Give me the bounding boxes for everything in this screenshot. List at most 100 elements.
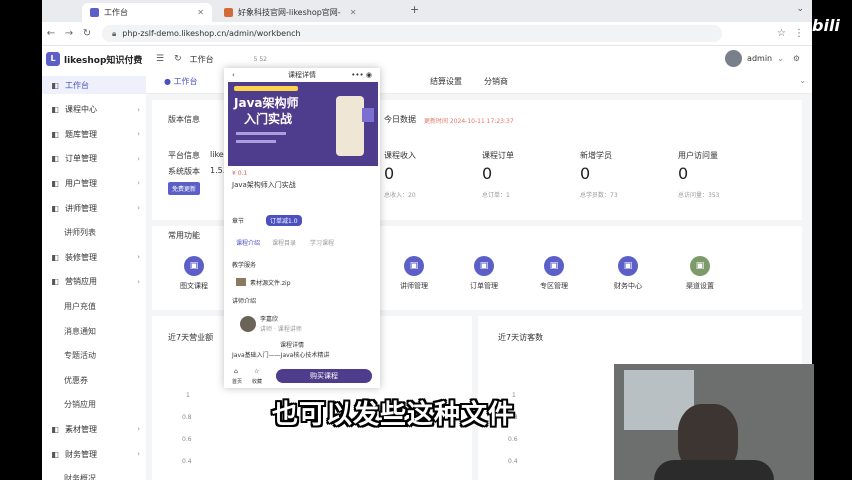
sidebar-item[interactable]: 专题活动	[42, 347, 146, 365]
money-icon: ◧	[51, 449, 59, 459]
sidebar-item[interactable]: ◧ 财务管理 ›	[42, 445, 146, 463]
chevron-down-icon[interactable]: ⌄	[796, 4, 804, 14]
free-update-button[interactable]: 免费更新	[168, 182, 201, 195]
user-menu[interactable]: admin ⌄ ⚙	[725, 50, 800, 67]
logo-icon: L	[46, 52, 60, 66]
common-function-item[interactable]: ▣ 订单管理	[454, 256, 514, 291]
common-function-label: 财务中心	[614, 282, 642, 290]
buy-course-button[interactable]: 购买课程	[276, 369, 372, 383]
sidebar-item-label: 用户充值	[64, 301, 96, 311]
y-tick: 0.4	[182, 458, 192, 465]
close-icon[interactable]: ✕	[197, 8, 204, 17]
order-icon: ◧	[51, 154, 59, 164]
sidebar-item-label: 订单管理	[65, 154, 97, 164]
common-function-item[interactable]: ▣ 渠道设置	[670, 256, 730, 291]
sidebar-item[interactable]: 财务概况	[42, 470, 146, 480]
sidebar-item-label: 用户管理	[65, 178, 97, 188]
bilibili-watermark: bili	[812, 16, 840, 35]
chevron-right-icon: ›	[137, 130, 140, 139]
webcam-person-body	[654, 460, 774, 480]
sidebar-item[interactable]: ◧ 讲师管理 ›	[42, 199, 146, 217]
today-card: 今日数据 更新时间 2024-10-11 17:23:37 课程收入 0 总收入：2…	[370, 100, 802, 220]
common-function-item[interactable]: ▣ 财务中心	[598, 256, 658, 291]
chevron-right-icon: ›	[137, 179, 140, 188]
sidebar-item[interactable]: ◧ 装修管理 ›	[42, 248, 146, 266]
sidebar-item[interactable]: 消息通知	[42, 322, 146, 340]
chevron-right-icon: ›	[137, 154, 140, 163]
sidebar-item-label: 讲师管理	[65, 203, 97, 213]
common-function-item[interactable]: ▣ 图文课程	[164, 256, 224, 291]
image-icon: ▣	[184, 256, 204, 276]
sidebar-item[interactable]: 用户充值	[42, 297, 146, 315]
cover-title-2: 入门实战	[244, 112, 293, 126]
tag-settlement[interactable]: 结算设置	[430, 76, 462, 87]
common-function-item[interactable]: ▣ 讲师管理	[384, 256, 444, 291]
sidebar-item[interactable]: 讲师列表	[42, 224, 146, 242]
chevron-right-icon: ›	[137, 253, 140, 262]
y-tick: 0.4	[508, 458, 518, 465]
footer-home: 首页	[232, 379, 243, 385]
sidebar-item[interactable]: ◧ 订单管理 ›	[42, 150, 146, 168]
back-icon[interactable]: ‹	[232, 71, 235, 79]
common-function-label: 订单管理	[470, 282, 498, 290]
phone-header: ‹ 课程详情 ••• ◉	[224, 68, 380, 82]
sidebar-item[interactable]: 优惠券	[42, 371, 146, 389]
url-field[interactable]: 🔒︎ php-zslf-demo.likeshop.cn/admin/workb…	[102, 25, 722, 42]
stat-value: 0	[678, 164, 689, 183]
stat-sub: 总学员数：73	[580, 192, 618, 199]
common-function-item[interactable]: ▣ 专区管理	[524, 256, 584, 291]
file-icon	[236, 278, 246, 286]
fold-menu-icon[interactable]: ☰	[156, 54, 164, 64]
more-icon[interactable]: ••• ◉	[351, 71, 372, 79]
menu-icon[interactable]: ⋮	[794, 28, 804, 39]
file-name[interactable]: 素材源文件.zip	[250, 278, 291, 287]
sidebar-item[interactable]: 分销应用	[42, 396, 146, 414]
chevron-right-icon: ›	[137, 425, 140, 434]
common-function-label: 专区管理	[540, 282, 568, 290]
forward-icon[interactable]: →	[60, 28, 78, 39]
sidebar-item[interactable]: ◧ 营销应用 ›	[42, 273, 146, 291]
star-icon[interactable]: ☆	[254, 368, 259, 375]
cover-line	[236, 132, 286, 135]
sidebar-item-label: 素材管理	[65, 424, 97, 434]
sidebar-item[interactable]: ◧ 课程中心 ›	[42, 101, 146, 119]
refresh-icon[interactable]: ↻	[174, 54, 182, 64]
browser-tab-workbench[interactable]: 工作台 ✕	[82, 3, 212, 22]
cover-title-1: Java架构师	[234, 96, 299, 110]
new-tab-icon[interactable]: +	[410, 3, 419, 16]
home-icon: ◧	[51, 80, 59, 90]
sidebar-item[interactable]: ◧ 题库管理 ›	[42, 125, 146, 143]
common-function-label: 渠道设置	[686, 282, 714, 290]
sales-chart-title: 近7天营业额	[168, 333, 214, 342]
chevron-down-icon[interactable]: ⌄	[799, 76, 806, 85]
stat-value: 0	[482, 164, 493, 183]
tag-distributor[interactable]: 分销商	[484, 76, 508, 87]
stat-label: 课程订单	[482, 151, 514, 160]
phone-tab-study[interactable]: 学习课程	[310, 238, 334, 247]
chevron-right-icon: ›	[137, 105, 140, 114]
star-icon[interactable]: ☆	[777, 28, 786, 39]
common-function-label: 讲师管理	[400, 282, 428, 290]
home-icon[interactable]: ⌂	[234, 368, 238, 375]
y-tick: 0.6	[182, 436, 192, 443]
sidebar-item[interactable]: ◧ 用户管理 ›	[42, 174, 146, 192]
browser-tab-official[interactable]: 好象科技官网-likeshop官网- ✕	[216, 3, 406, 22]
tag-workbench[interactable]: ● 工作台	[164, 76, 198, 87]
phone-tab-intro[interactable]: 课程介绍	[236, 238, 260, 247]
stat-value: 0	[384, 164, 395, 183]
sidebar-item[interactable]: ◧ 素材管理 ›	[42, 420, 146, 438]
chevron-right-icon: ›	[137, 450, 140, 458]
sys-version-label: 系统版本	[168, 167, 200, 176]
phone-tab-catalog[interactable]: 课程目录	[272, 238, 296, 247]
reload-icon[interactable]: ↻	[78, 28, 96, 39]
settings-icon[interactable]: ⚙	[793, 54, 800, 63]
site-favicon-icon	[224, 8, 233, 17]
sidebar-item[interactable]: ◧ 工作台	[42, 76, 146, 94]
address-bar: ← → ↻ 🔒︎ php-zslf-demo.likeshop.cn/admin…	[42, 22, 812, 46]
url-text: php-zslf-demo.likeshop.cn/admin/workbenc…	[122, 29, 301, 38]
back-icon[interactable]: ←	[42, 28, 60, 39]
close-icon[interactable]: ✕	[350, 8, 357, 17]
app-logo: L likeshop知识付费	[46, 52, 142, 66]
course-price: ¥ 0.1	[232, 170, 248, 177]
stat-label: 课程收入	[384, 151, 416, 160]
